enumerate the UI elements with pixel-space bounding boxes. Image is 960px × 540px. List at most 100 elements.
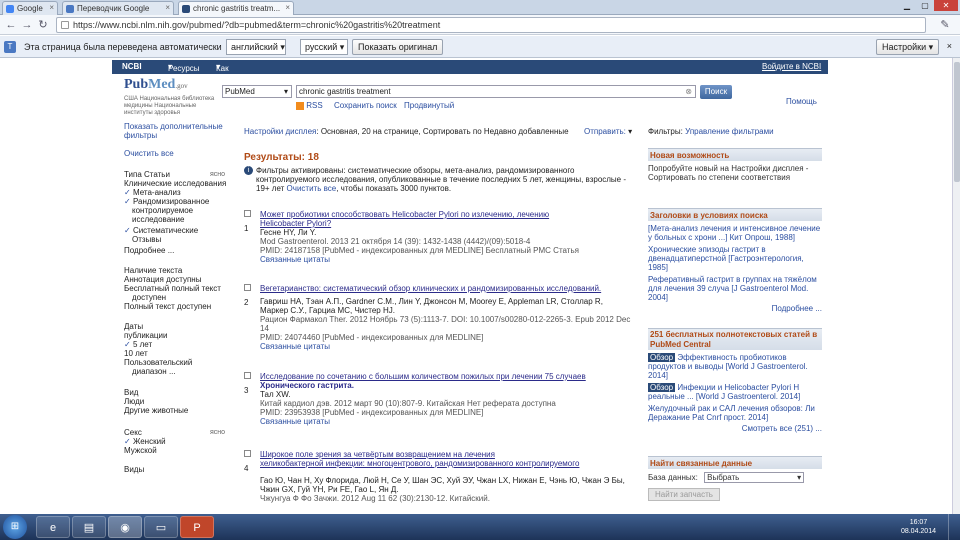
reload-icon[interactable]: ↻: [36, 18, 50, 32]
filter-item[interactable]: Аннотация доступны: [124, 275, 238, 284]
filter-item[interactable]: ✓ Систематические: [124, 226, 238, 235]
database-select[interactable]: PubMed ▾: [222, 85, 292, 98]
pubmed-logo[interactable]: PubMed.gov: [124, 77, 188, 93]
result-checkbox[interactable]: [244, 372, 251, 379]
find-items-button[interactable]: Найти запчасть: [648, 488, 720, 501]
filter-item[interactable]: Полный текст доступен: [124, 302, 238, 311]
result-title-cont[interactable]: Helicobacter Pylori?: [260, 219, 640, 228]
result-checkbox[interactable]: [244, 210, 251, 217]
tab-pubmed[interactable]: chronic gastritis treatm... ×: [178, 1, 294, 15]
titles-search-box: Заголовки в условиях поиска [Мета-анализ…: [648, 208, 822, 313]
search-button[interactable]: Поиск: [700, 85, 732, 99]
chrome-taskbar-icon[interactable]: ◉: [108, 516, 142, 538]
filter-item[interactable]: Бесплатный полный текст: [124, 284, 238, 293]
translate-bar: T Эта страница была переведена автоматич…: [0, 36, 960, 58]
search-input[interactable]: chronic gastritis treatment ⊗: [296, 85, 696, 98]
target-language-select[interactable]: русский ▾: [300, 39, 348, 55]
result-title-cont[interactable]: Хронического гастрита.: [260, 381, 640, 390]
tab-google[interactable]: Google ×: [2, 1, 58, 15]
pmc-item[interactable]: Обзор Эффективность пробиотиков продукто…: [648, 353, 822, 380]
wrench-icon[interactable]: ✎: [938, 18, 952, 32]
advanced-link[interactable]: Продвинутый: [404, 101, 454, 110]
result-title[interactable]: Широкое поле зрения за четвёртым возвращ…: [260, 450, 640, 459]
filters-header: Фильтры: Управление фильтрами: [648, 127, 822, 136]
related-citations-link[interactable]: Связанные цитаты: [260, 417, 330, 426]
minimize-icon[interactable]: ▁: [898, 0, 916, 11]
pmc-item[interactable]: Желудочный рак и САЛ лечения обзоров: Ли…: [648, 404, 822, 422]
close-icon[interactable]: ×: [49, 3, 54, 12]
filter-item[interactable]: Пользовательский: [124, 358, 238, 367]
login-link[interactable]: Войдите в NCBI: [762, 62, 821, 71]
system-clock[interactable]: 16:07 08.04.2014: [901, 518, 936, 536]
close-translate-icon[interactable]: ×: [947, 41, 952, 51]
help-link[interactable]: Помощь: [786, 97, 817, 106]
related-title-link[interactable]: [Мета-анализ лечения и интенсивное лечен…: [648, 224, 822, 242]
clear-link[interactable]: ясно: [210, 170, 225, 179]
result-title-cont[interactable]: хеликобактерной инфекции: многоцентровог…: [260, 459, 640, 468]
filter-item[interactable]: ✓ 5 лет: [124, 340, 238, 349]
result-title[interactable]: Исследование по сочетанию с большим коли…: [260, 372, 640, 381]
explorer-taskbar-icon[interactable]: ▤: [72, 516, 106, 538]
result-checkbox[interactable]: [244, 450, 251, 457]
pmc-item[interactable]: Обзор Инфекции и Helicobacter Pylori Н р…: [648, 383, 822, 401]
results-count: Результаты: 18: [244, 152, 319, 163]
related-title-link[interactable]: Хронические эпизоды гастрит в двенадцати…: [648, 245, 822, 272]
close-icon[interactable]: ×: [285, 3, 290, 12]
more-link[interactable]: Подробнее ...: [772, 304, 822, 313]
related-db-value: Выбрать: [707, 473, 740, 482]
maximize-icon[interactable]: ▢: [916, 0, 934, 11]
ncbi-logo[interactable]: NCBI: [122, 62, 142, 71]
filter-item[interactable]: Люди: [124, 397, 238, 406]
filter-clear-link[interactable]: Очистить все: [287, 184, 337, 193]
scroll-thumb[interactable]: [954, 62, 960, 182]
send-to-menu[interactable]: Отправить: ▾: [584, 127, 632, 136]
start-button[interactable]: ⊞: [3, 515, 27, 539]
window-close-icon[interactable]: ✕: [934, 0, 958, 11]
folder-taskbar-icon[interactable]: ▭: [144, 516, 178, 538]
rss-link[interactable]: RSS: [296, 101, 323, 110]
result-title[interactable]: Вегетарианство: систематический обзор кл…: [260, 284, 640, 293]
show-more-filters-link[interactable]: Показать дополнительные: [124, 122, 238, 131]
clear-all-label: Очистить все: [124, 149, 174, 158]
filter-item[interactable]: ✓ Женский: [124, 437, 238, 446]
related-citations-link[interactable]: Связанные цитаты: [260, 342, 330, 351]
clear-icon[interactable]: ⊗: [685, 86, 692, 97]
ie-taskbar-icon[interactable]: e: [36, 516, 70, 538]
filter-item[interactable]: ✓ Рандомизированное: [124, 197, 238, 206]
clear-link[interactable]: ясно: [210, 428, 225, 437]
result-authors-cont: Чжин GX, Гуй YH, Ри FE, Гао L, Ян Д.: [260, 485, 399, 494]
how-to-menu[interactable]: Как ▾: [216, 62, 229, 73]
filter-item[interactable]: Другие животные: [124, 406, 238, 415]
forward-icon[interactable]: →: [20, 18, 34, 32]
result-checkbox[interactable]: [244, 284, 251, 291]
filter-item[interactable]: ✓ Мета-анализ: [124, 188, 238, 197]
filter-item[interactable]: 10 лет: [124, 349, 238, 358]
related-citations-link[interactable]: Связанные цитаты: [260, 255, 330, 264]
translate-settings-button[interactable]: Настройки ▾: [876, 39, 940, 55]
resources-menu[interactable]: Ресурсы ▾: [168, 62, 200, 73]
filter-item[interactable]: Мужской: [124, 446, 238, 455]
filter-item[interactable]: Клинические исследования: [124, 179, 238, 188]
more-link[interactable]: Подробнее ...: [124, 246, 238, 255]
page-scrollbar[interactable]: [952, 58, 960, 514]
filters-link[interactable]: фильтры: [124, 131, 238, 140]
back-icon[interactable]: ←: [4, 18, 18, 32]
result-title[interactable]: Может пробиотики способствовать Helicoba…: [260, 210, 640, 219]
close-icon[interactable]: ×: [165, 3, 170, 12]
powerpoint-taskbar-icon[interactable]: P: [180, 516, 214, 538]
clear-all-link[interactable]: Очистить все: [124, 149, 238, 158]
related-db-select[interactable]: Выбрать ▾: [704, 472, 805, 483]
result-number: 3: [244, 386, 249, 395]
related-title-link[interactable]: Реферативный гастрит в группах на тяжёло…: [648, 275, 822, 302]
url-input[interactable]: https://www.ncbi.nlm.nih.gov/pubmed/?db=…: [56, 17, 926, 33]
filter-message: i Фильтры активированы: систематические …: [244, 166, 634, 193]
show-desktop-button[interactable]: [948, 514, 960, 540]
save-search-link[interactable]: Сохранить поиск: [334, 101, 397, 110]
tab-translate[interactable]: Переводчик Google ×: [62, 1, 174, 15]
manage-filters-link[interactable]: Управление фильтрами: [685, 127, 774, 136]
see-all-link[interactable]: Смотреть все (251) ...: [742, 424, 822, 433]
source-language-select[interactable]: английский ▾: [226, 39, 286, 55]
display-settings-link[interactable]: Настройки дисплея: [244, 127, 316, 136]
filter-item-cont: Отзывы: [132, 235, 162, 244]
show-original-button[interactable]: Показать оригинал: [352, 39, 444, 55]
